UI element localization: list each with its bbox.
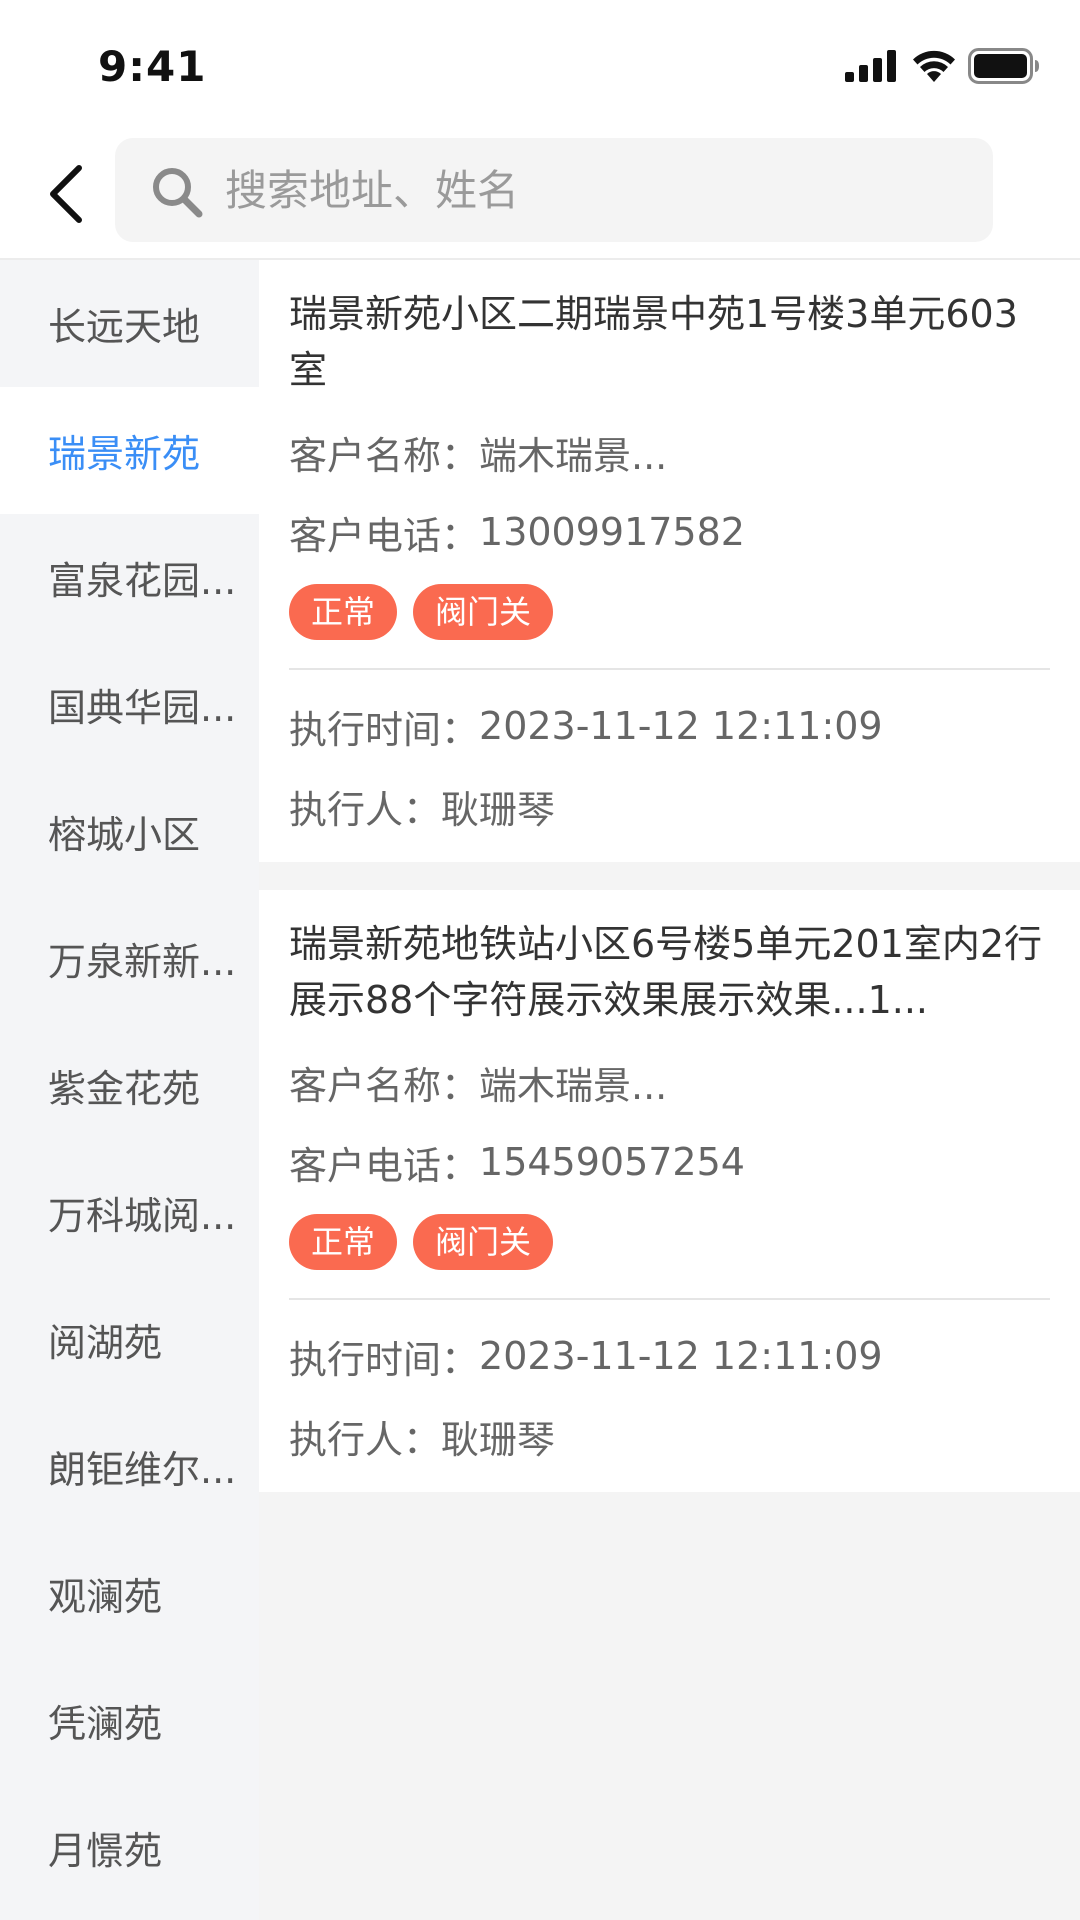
search-box[interactable] — [115, 138, 993, 242]
sidebar-item-label: 长远天地 — [48, 305, 201, 349]
exec-time-row: 执行时间： 2023-11-12 12:11:09 — [289, 686, 1050, 766]
sidebar-item-label: 瑞景新苑 — [48, 432, 201, 476]
status-tags: 正常 阀门关 — [289, 1202, 1050, 1282]
sidebar-item[interactable]: 万泉新新... — [0, 895, 259, 1022]
sidebar-item-label: 榕城小区 — [48, 813, 201, 857]
record-card[interactable]: 瑞景新苑小区二期瑞景中苑1号楼3单元603室 客户名称： 端木瑞景... 客户电… — [259, 260, 1080, 862]
sidebar-item[interactable]: 榕城小区 — [0, 768, 259, 895]
executor-row: 执行人： 耿珊琴 — [289, 766, 1050, 846]
sidebar-item-label: 紫金花苑 — [48, 1067, 201, 1111]
executor-row: 执行人： 耿珊琴 — [289, 1396, 1050, 1476]
sidebar-item[interactable]: 月憬苑 — [0, 1784, 259, 1911]
status-badge-normal: 正常 — [289, 1214, 398, 1270]
search-input[interactable] — [223, 152, 963, 228]
sidebar-item[interactable]: 凭澜苑 — [0, 1657, 259, 1784]
exec-time-label: 执行时间： — [289, 707, 480, 752]
sidebar-item-label: 国典华园... — [48, 686, 237, 730]
exec-time-value: 2023-11-12 12:11:09 — [479, 1334, 883, 1378]
chevron-left-icon — [50, 165, 82, 223]
customer-phone-value: 15459057254 — [479, 1140, 745, 1184]
signal-icon — [845, 50, 896, 82]
customer-name-label: 客户名称： — [289, 1063, 480, 1108]
status-bar: 9:41 — [0, 0, 1080, 130]
executor-value: 耿珊琴 — [441, 1417, 556, 1462]
divider — [289, 668, 1050, 670]
sidebar-item-label: 观澜苑 — [48, 1575, 163, 1619]
status-badge-valve-closed: 阀门关 — [413, 1214, 554, 1270]
record-card[interactable]: 瑞景新苑地铁站小区6号楼5单元201室内2行展示88个字符展示效果展示效果...… — [259, 890, 1080, 1492]
exec-time-row: 执行时间： 2023-11-12 12:11:09 — [289, 1316, 1050, 1396]
customer-name-value: 端木瑞景... — [479, 433, 668, 478]
sidebar-item-active[interactable]: 瑞景新苑 — [0, 387, 259, 514]
search-icon — [153, 168, 203, 218]
sidebar-item-label: 凭澜苑 — [48, 1702, 163, 1746]
customer-phone-row: 客户电话： 15459057254 — [289, 1122, 1050, 1202]
customer-name-row: 客户名称： 端木瑞景... — [289, 1042, 1050, 1122]
executor-label: 执行人： — [289, 1417, 442, 1462]
sidebar-item[interactable]: 万科城阅... — [0, 1149, 259, 1276]
sidebar-item[interactable]: 阅湖苑 — [0, 1276, 259, 1403]
customer-phone-row: 客户电话： 13009917582 — [289, 492, 1050, 572]
status-tags: 正常 阀门关 — [289, 572, 1050, 652]
customer-phone-label: 客户电话： — [289, 1143, 480, 1188]
divider — [289, 1298, 1050, 1300]
sidebar-item-label: 月憬苑 — [48, 1829, 163, 1873]
sidebar: 长远天地 瑞景新苑 富泉花园... 国典华园... 榕城小区 万泉新新... 紫… — [0, 260, 259, 1920]
customer-phone-label: 客户电话： — [289, 513, 480, 558]
sidebar-item-label: 富泉花园... — [48, 559, 237, 603]
status-badge-valve-closed: 阀门关 — [413, 584, 554, 640]
record-address: 瑞景新苑小区二期瑞景中苑1号楼3单元603室 — [289, 292, 1018, 392]
wifi-icon — [913, 50, 955, 82]
sidebar-item-label: 阅湖苑 — [48, 1321, 163, 1365]
sidebar-item[interactable]: 朗钜维尔... — [0, 1403, 259, 1530]
record-address: 瑞景新苑地铁站小区6号楼5单元201室内2行展示88个字符展示效果展示效果...… — [289, 922, 1043, 1022]
status-badge-normal: 正常 — [289, 584, 398, 640]
sidebar-item-label: 朗钜维尔... — [48, 1448, 237, 1492]
exec-time-value: 2023-11-12 12:11:09 — [479, 704, 883, 748]
sidebar-item[interactable]: 紫金花苑 — [0, 1022, 259, 1149]
record-list: 瑞景新苑小区二期瑞景中苑1号楼3单元603室 客户名称： 端木瑞景... 客户电… — [259, 260, 1080, 1920]
sidebar-item[interactable]: 富泉花园... — [0, 514, 259, 641]
sidebar-item-label: 万泉新新... — [48, 940, 237, 984]
status-time: 9:41 — [98, 42, 207, 91]
executor-value: 耿珊琴 — [441, 787, 556, 832]
exec-time-label: 执行时间： — [289, 1337, 480, 1382]
customer-name-row: 客户名称： 端木瑞景... — [289, 412, 1050, 492]
battery-icon — [968, 48, 1039, 84]
customer-name-value: 端木瑞景... — [479, 1063, 668, 1108]
sidebar-item[interactable]: 观澜苑 — [0, 1530, 259, 1657]
customer-phone-value: 13009917582 — [479, 510, 745, 554]
customer-name-label: 客户名称： — [289, 433, 480, 478]
sidebar-item-label: 万科城阅... — [48, 1194, 237, 1238]
back-button[interactable] — [30, 156, 100, 232]
executor-label: 执行人： — [289, 787, 442, 832]
sidebar-item[interactable]: 长远天地 — [0, 260, 259, 387]
header — [0, 130, 1080, 260]
sidebar-item[interactable]: 国典华园... — [0, 641, 259, 768]
